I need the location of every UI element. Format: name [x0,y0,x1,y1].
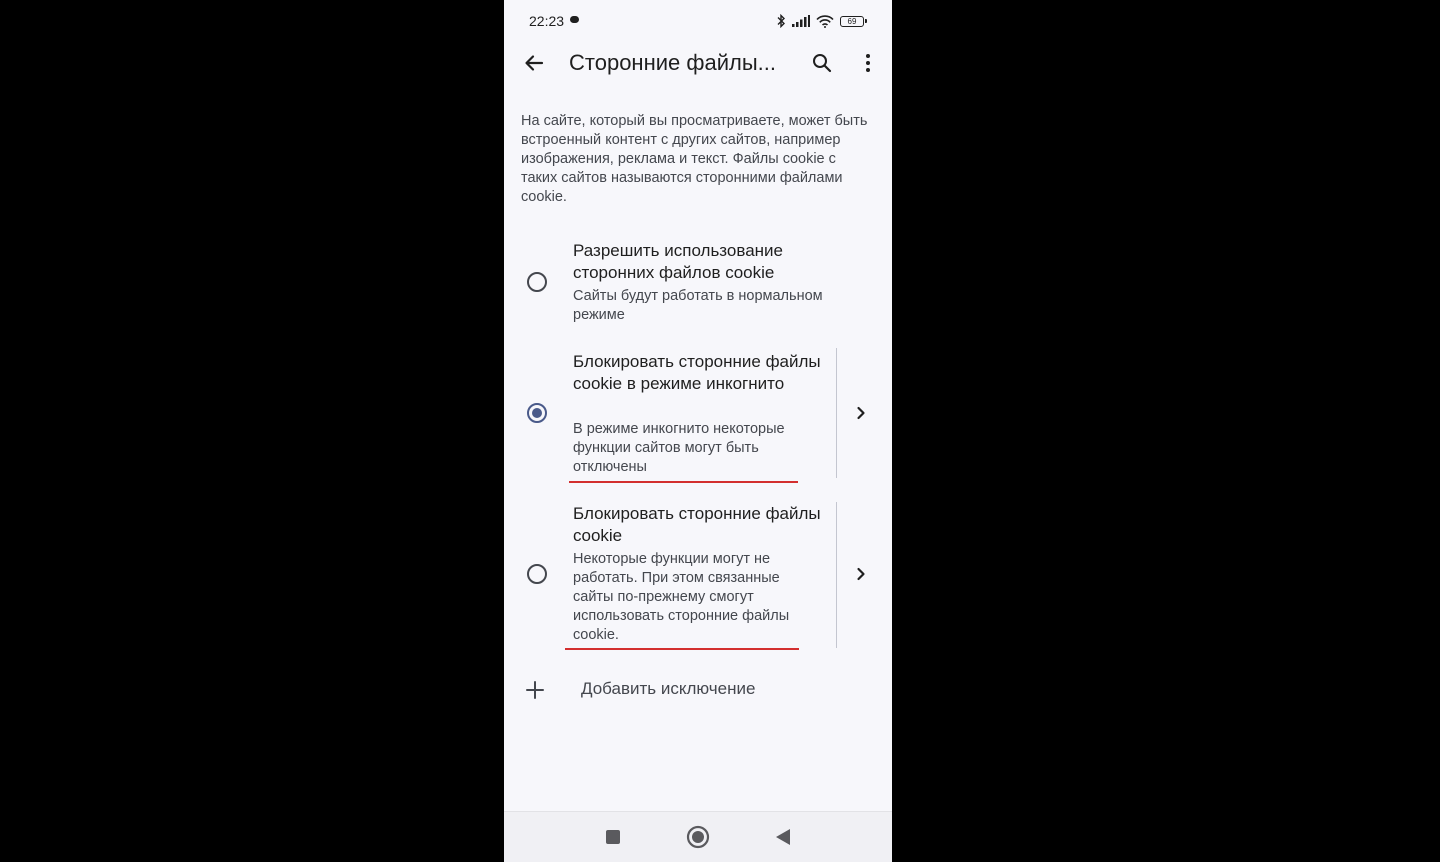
option-title: Разрешить использование сторонних файлов… [573,241,783,282]
page-title: Сторонние файлы... [569,50,776,75]
option-divider [836,502,837,648]
search-icon [813,54,832,73]
status-bar: 22:23 69 [504,0,892,40]
signal-icon [792,15,810,27]
status-time: 22:23 [529,13,565,29]
radio-block-incognito[interactable] [527,403,547,423]
option-block-third-party-cookies[interactable]: Блокировать сторонние файлы cookie Некот… [504,500,892,652]
back-button[interactable] [518,47,550,79]
system-nav-bar [504,811,892,862]
details-button[interactable] [851,564,871,584]
battery-icon: 69 [840,15,867,27]
add-exception-label: Добавить исключение [581,679,756,698]
annotation-underline [565,648,799,650]
radio-allow[interactable] [527,272,547,292]
status-icons: 69 [776,12,867,30]
phone-screen: 22:23 69 Сторонние файлы... На сайте, ко… [504,0,892,862]
nav-back-button[interactable] [771,825,795,849]
option-allow-third-party-cookies[interactable]: Разрешить использование сторонних файлов… [504,235,892,335]
chat-notification-icon [570,16,579,23]
home-button[interactable] [686,825,710,849]
triangle-back-icon [776,829,790,845]
recents-button[interactable] [601,825,625,849]
bluetooth-icon [777,14,785,28]
radio-block[interactable] [527,564,547,584]
option-divider [836,348,837,478]
search-button[interactable] [806,47,838,79]
add-exception-button[interactable]: Добавить исключение [504,670,892,710]
arrow-back-icon [525,55,544,71]
option-subtitle: Сайты будут работать в нормальном режиме [573,288,823,323]
option-block-incognito[interactable]: Блокировать сторонние файлы cookie в реж… [504,346,892,486]
option-title: Блокировать сторонние файлы cookie [573,504,821,545]
option-title: Блокировать сторонние файлы cookie в реж… [573,352,821,393]
option-subtitle: В режиме инкогнито некоторые функции сай… [573,421,785,475]
chevron-right-icon [857,567,865,581]
wifi-icon [816,14,834,28]
app-bar: Сторонние файлы... [504,40,892,86]
square-icon [606,830,620,844]
more-vert-icon [866,54,870,72]
chevron-right-icon [857,406,865,420]
more-options-button[interactable] [852,47,884,79]
annotation-underline [569,481,798,483]
circle-home-icon [686,825,710,849]
plus-icon [526,681,544,699]
cookie-description: На сайте, который вы просматриваете, мож… [521,113,868,205]
option-subtitle: Некоторые функции могут не работать. При… [573,551,790,643]
details-button[interactable] [851,403,871,423]
